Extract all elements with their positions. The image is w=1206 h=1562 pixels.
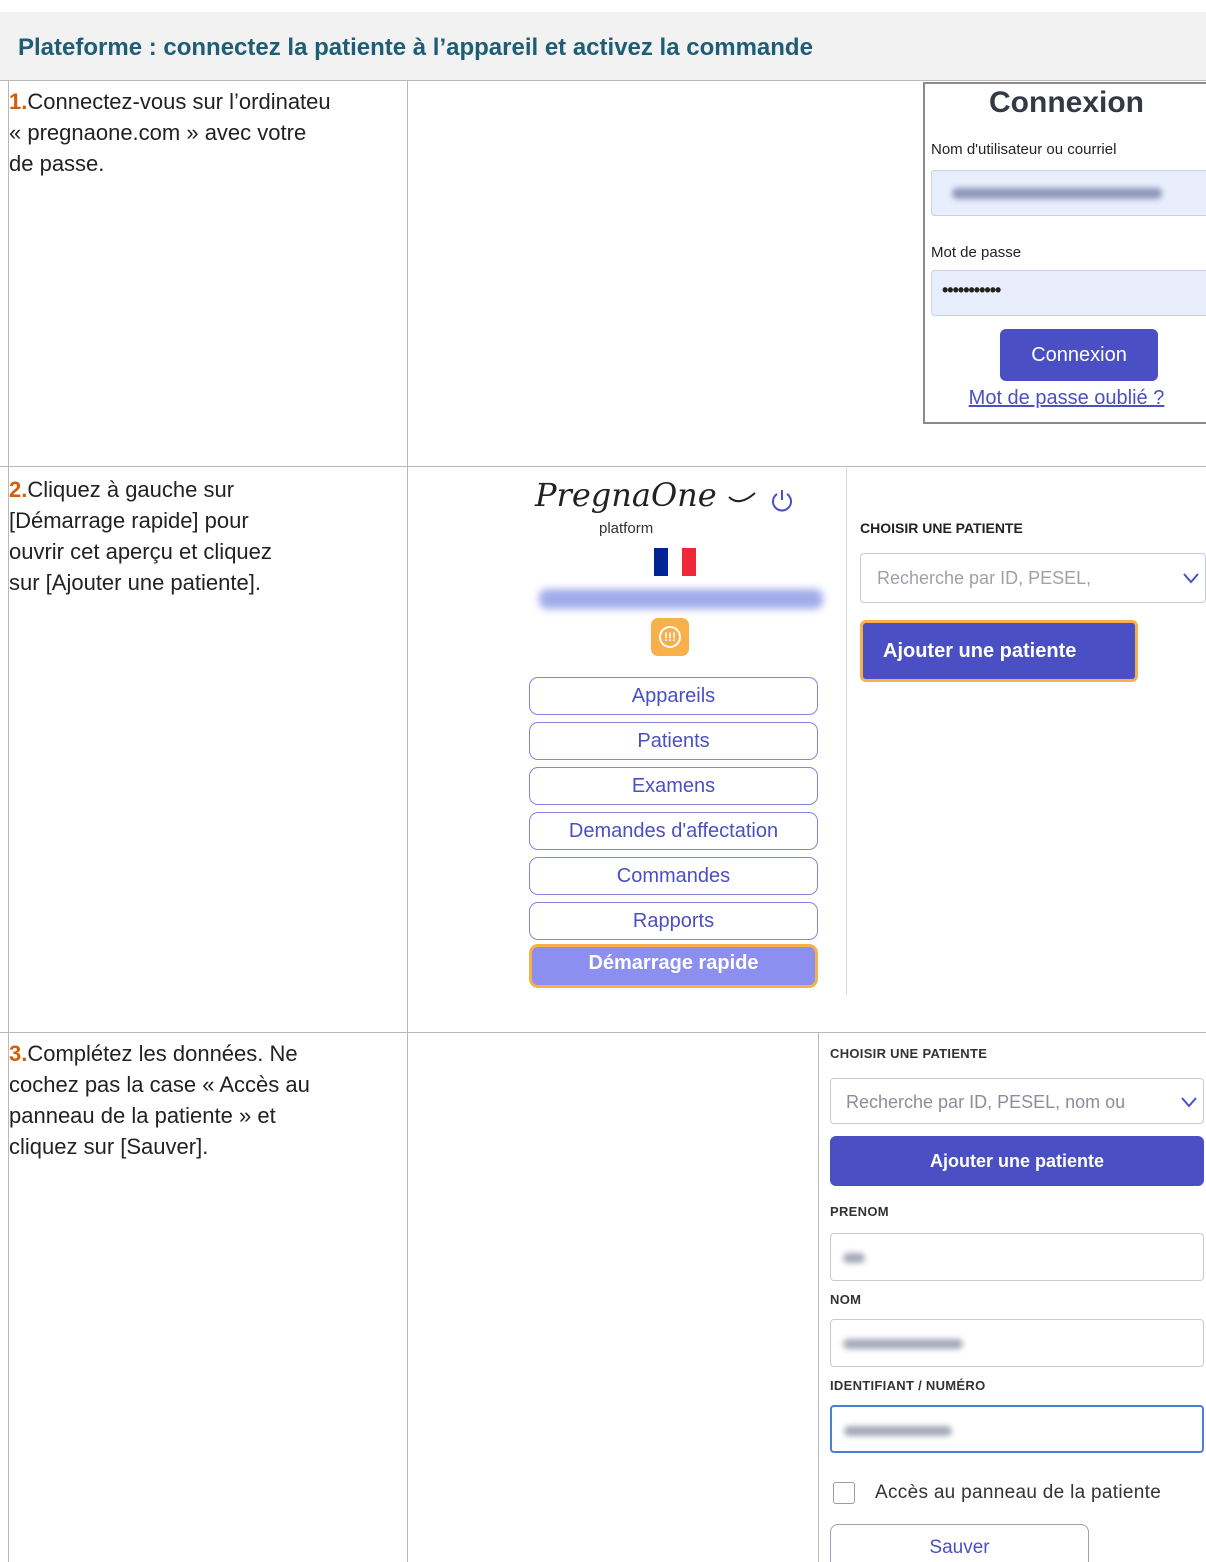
platform-screenshot: PregnaOne platform !!! Appareils Patient…	[521, 468, 1206, 995]
firstname-field[interactable]	[830, 1233, 1204, 1281]
login-button[interactable]: Connexion	[1000, 329, 1158, 381]
blurred-lastname	[843, 1339, 963, 1349]
id-label: IDENTIFIANT / NUMÉRO	[830, 1378, 986, 1393]
step-number: 3.	[9, 1041, 28, 1066]
blurred-id	[844, 1426, 952, 1436]
add-patient-button[interactable]: Ajouter une patiente	[830, 1136, 1204, 1186]
username-label: Nom d'utilisateur ou courriel	[931, 141, 1117, 158]
step-line: de passe.	[9, 151, 105, 176]
menu-item-demandes[interactable]: Demandes d'affectation	[529, 812, 818, 850]
step-line: sur [Ajouter une patiente].	[9, 570, 261, 595]
blurred-firstname	[843, 1253, 865, 1263]
sidebar: PregnaOne platform !!! Appareils Patient…	[521, 468, 826, 995]
choose-patient-label: CHOISIR UNE PATIENTE	[860, 520, 1023, 536]
page-title: Plateforme : connectez la patiente à l’a…	[18, 34, 813, 61]
login-screenshot: Connexion Nom d'utilisateur ou courriel …	[923, 82, 1206, 424]
table-border-left	[8, 12, 9, 1562]
document-page: Plateforme : connectez la patiente à l’a…	[0, 0, 1206, 1562]
step-line: Connectez-vous sur l’ordinateu	[27, 89, 331, 114]
panel-divider	[846, 468, 847, 995]
id-field[interactable]	[830, 1405, 1204, 1453]
step-line: panneau de la patiente » et	[9, 1103, 276, 1128]
menu-item-appareils[interactable]: Appareils	[529, 677, 818, 715]
menu-item-demarrage-rapide[interactable]: Démarrage rapide	[529, 944, 818, 988]
alert-symbol: !!!	[659, 626, 681, 648]
table-rule	[0, 80, 1206, 81]
patient-form-screenshot: CHOISIR UNE PATIENTE Recherche par ID, P…	[820, 1040, 1206, 1562]
flag-stripe	[668, 548, 682, 576]
password-value: •••••••••••	[942, 280, 1001, 300]
power-icon[interactable]	[769, 488, 795, 514]
choose-patient-label: CHOISIR UNE PATIENTE	[830, 1046, 988, 1061]
access-checkbox[interactable]	[833, 1482, 855, 1504]
step-number: 1.	[9, 89, 28, 114]
patient-search-input[interactable]: Recherche par ID, PESEL,	[860, 553, 1206, 603]
step-number: 2.	[9, 477, 28, 502]
flag-stripe	[682, 548, 696, 576]
logo-subtitle: platform	[599, 520, 654, 537]
blurred-username	[952, 188, 1162, 199]
step-line: cochez pas la case « Accès au	[9, 1072, 310, 1097]
password-label: Mot de passe	[931, 244, 1022, 261]
lastname-label: NOM	[830, 1292, 862, 1307]
table-column-divider	[818, 1032, 819, 1562]
step-1-text: 1.Connectez-vous sur l’ordinateu « pregn…	[9, 86, 409, 179]
username-field[interactable]	[931, 170, 1206, 216]
save-button[interactable]: Sauver	[830, 1524, 1089, 1562]
step-line: [Démarrage rapide] pour	[9, 508, 249, 533]
logo-swoosh-icon	[728, 491, 756, 502]
firstname-label: PRENOM	[830, 1204, 889, 1219]
alert-icon[interactable]: !!!	[651, 618, 689, 656]
table-column-divider	[407, 80, 408, 1562]
france-flag-icon[interactable]	[654, 548, 696, 576]
step-line: ouvrir cet aperçu et cliquez	[9, 539, 272, 564]
password-field[interactable]: •••••••••••	[931, 270, 1206, 316]
patient-search-input[interactable]: Recherche par ID, PESEL, nom ou	[830, 1078, 1204, 1124]
table-rule	[0, 1032, 1206, 1033]
menu-item-rapports[interactable]: Rapports	[529, 902, 818, 940]
logo-text: PregnaOne	[535, 476, 717, 514]
pregnaone-logo: PregnaOne	[535, 476, 757, 514]
blurred-user-name	[539, 589, 823, 609]
menu-item-examens[interactable]: Examens	[529, 767, 818, 805]
step-line: Complétez les données. Ne	[27, 1041, 298, 1066]
add-patient-button[interactable]: Ajouter une patiente	[860, 620, 1138, 682]
chevron-down-icon[interactable]	[1181, 568, 1201, 588]
flag-stripe	[654, 548, 668, 576]
forgot-password-link[interactable]: Mot de passe oublié ?	[925, 387, 1206, 410]
step-line: « pregnaone.com » avec votre	[9, 120, 307, 145]
step-line: cliquez sur [Sauver].	[9, 1134, 209, 1159]
lastname-field[interactable]	[830, 1319, 1204, 1367]
chevron-down-icon[interactable]	[1179, 1092, 1199, 1112]
search-placeholder: Recherche par ID, PESEL,	[877, 568, 1092, 588]
step-3-text: 3.Complétez les données. Ne cochez pas l…	[9, 1038, 409, 1162]
step-2-text: 2.Cliquez à gauche sur [Démarrage rapide…	[9, 474, 409, 598]
access-label[interactable]: Accès au panneau de la patiente	[875, 1482, 1161, 1504]
search-placeholder: Recherche par ID, PESEL, nom ou	[846, 1092, 1126, 1112]
table-rule	[0, 466, 1206, 467]
step-line: Cliquez à gauche sur	[27, 477, 235, 502]
menu-item-patients[interactable]: Patients	[529, 722, 818, 760]
menu-item-commandes[interactable]: Commandes	[529, 857, 818, 895]
login-title: Connexion	[989, 86, 1144, 119]
